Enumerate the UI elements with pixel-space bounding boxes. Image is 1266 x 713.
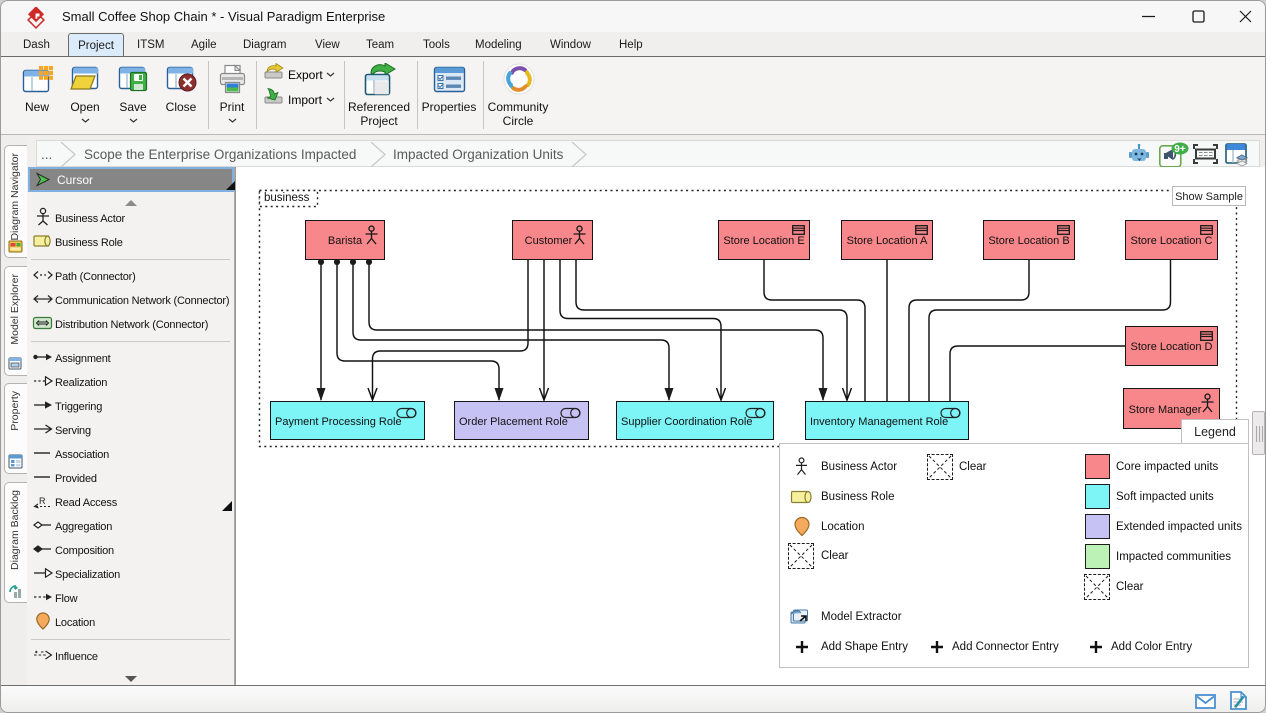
- svg-text:9+: 9+: [1174, 144, 1186, 155]
- svg-text:R: R: [39, 496, 46, 506]
